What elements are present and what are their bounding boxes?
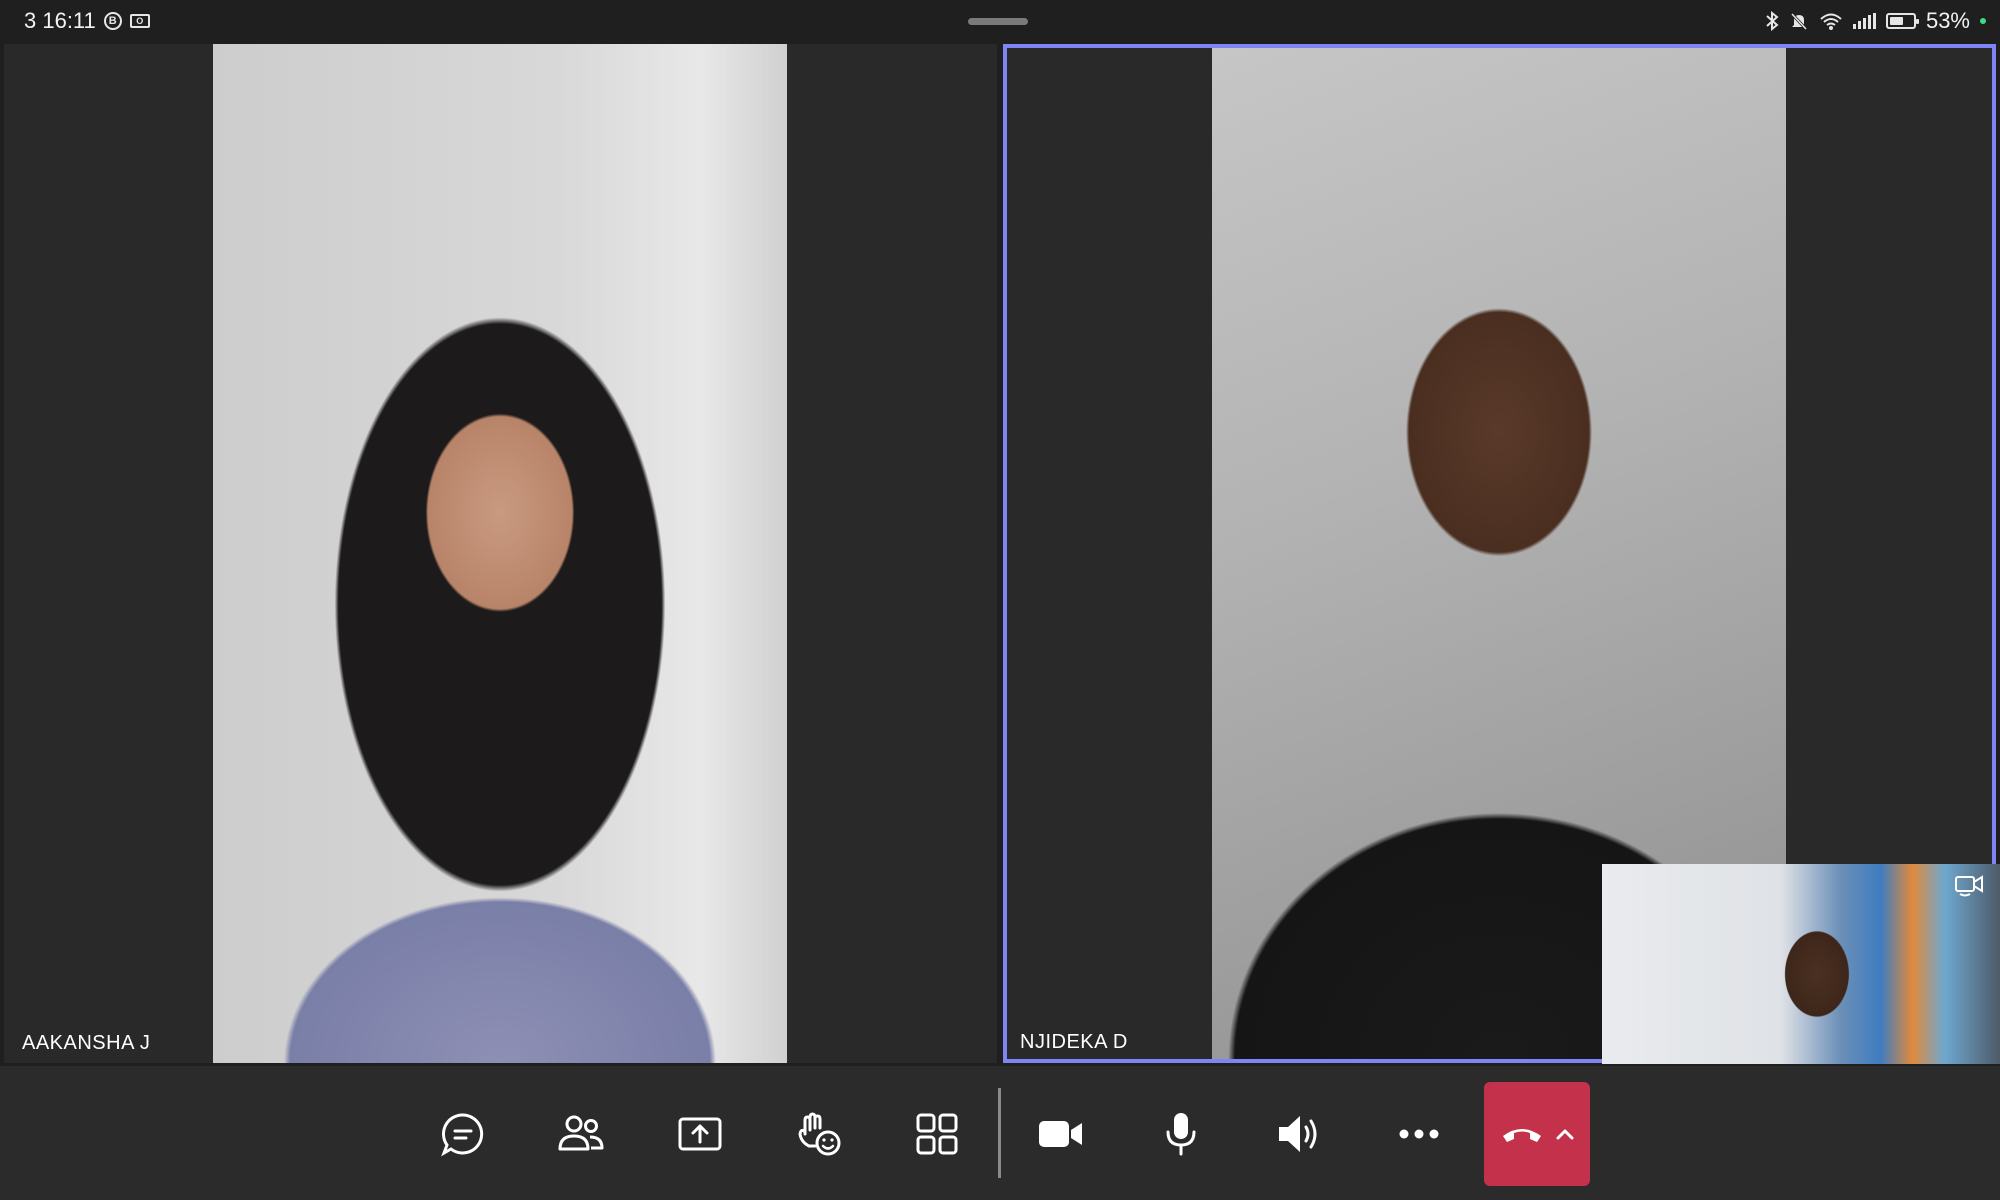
- camera-button[interactable]: [1036, 1110, 1086, 1158]
- mute-bell-icon: [1790, 12, 1808, 31]
- people-icon: [558, 1115, 604, 1151]
- people-button[interactable]: [556, 1110, 606, 1158]
- layout-button[interactable]: [912, 1110, 962, 1158]
- controls-divider: [998, 1088, 1001, 1178]
- speaker-icon: [1279, 1116, 1317, 1152]
- hang-up-icon: [1503, 1129, 1541, 1142]
- status-left: 3 16:11 B O: [24, 8, 150, 34]
- microphone-button[interactable]: [1156, 1110, 1206, 1158]
- share-screen-button[interactable]: [675, 1110, 725, 1158]
- camera-in-use-indicator: [1980, 18, 1986, 24]
- wifi-icon: [1820, 13, 1842, 30]
- clock: 3 16:11: [24, 8, 96, 33]
- chevron-up-icon[interactable]: [1556, 1128, 1574, 1140]
- chat-button[interactable]: [438, 1110, 488, 1158]
- call-controls-bar: [0, 1066, 2000, 1200]
- battery-level: 53%: [1925, 8, 1970, 33]
- react-icon: [798, 1112, 841, 1156]
- participant-tile[interactable]: AAKANSHA J: [4, 44, 997, 1063]
- status-right: 53%: [1765, 8, 1986, 34]
- share-icon: [678, 1117, 722, 1151]
- more-options-button[interactable]: [1394, 1110, 1444, 1158]
- drag-handle[interactable]: [968, 18, 1028, 25]
- bluetooth-icon: [1766, 11, 1779, 31]
- switch-camera-icon[interactable]: [1954, 872, 1986, 898]
- outlook-icon: O: [129, 14, 150, 28]
- self-view[interactable]: [1602, 864, 2000, 1064]
- participant-video: [213, 44, 787, 1063]
- end-call-button[interactable]: [1484, 1082, 1590, 1186]
- battery-icon: [1885, 13, 1919, 29]
- more-icon: [1399, 1129, 1439, 1139]
- layout-icon: [916, 1113, 958, 1155]
- chat-icon: [441, 1113, 484, 1157]
- participant-name: NJIDEKA D: [1020, 1031, 1128, 1053]
- camera-icon: [1039, 1121, 1082, 1147]
- participant-name: AAKANSHA J: [22, 1032, 151, 1054]
- react-button[interactable]: [794, 1110, 844, 1158]
- status-bar: 3 16:11 B O 53%: [0, 0, 2000, 42]
- mic-icon: [1166, 1113, 1196, 1156]
- b-icon: B: [103, 12, 122, 30]
- speaker-button[interactable]: [1274, 1110, 1324, 1158]
- signal-icon: [1852, 13, 1876, 29]
